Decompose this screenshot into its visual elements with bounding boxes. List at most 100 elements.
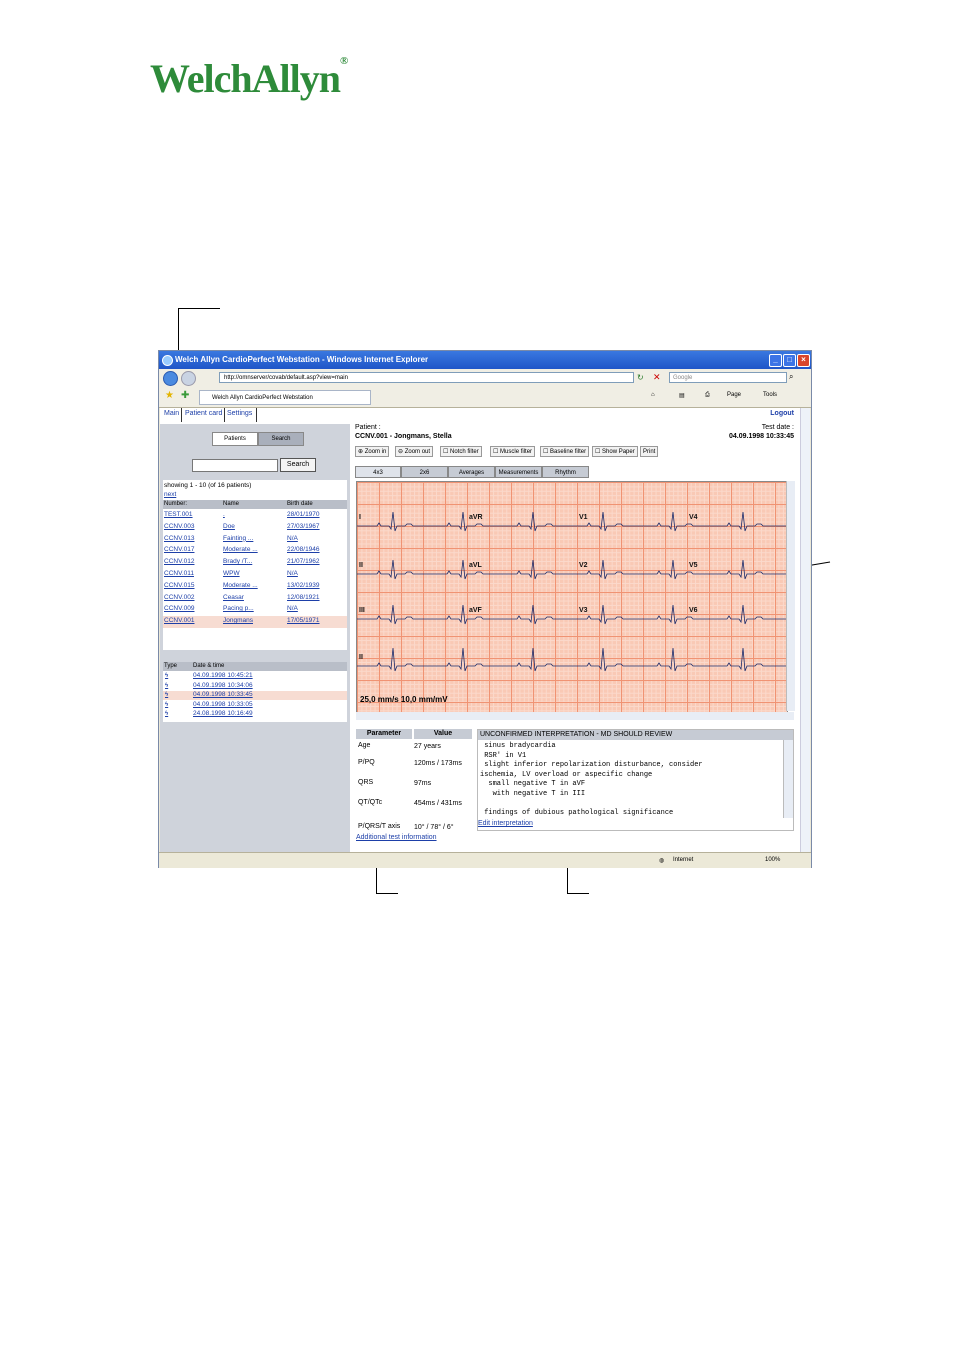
history-datetime[interactable]: 24.08.1998 10:16:49 bbox=[193, 710, 253, 717]
patient-name[interactable]: Ceasar bbox=[223, 594, 244, 601]
patient-row[interactable]: CCNV.012 Brady /T... 21/07/1962 bbox=[163, 557, 347, 569]
patient-birth[interactable]: N/A bbox=[287, 605, 298, 612]
ecg-horizontal-scrollbar[interactable] bbox=[356, 712, 794, 720]
param-name: Age bbox=[358, 742, 371, 749]
interpretation-scrollbar[interactable] bbox=[783, 740, 793, 818]
patient-number[interactable]: CCNV.012 bbox=[164, 558, 194, 565]
tab-patients[interactable]: Patients bbox=[212, 432, 258, 446]
patient-number[interactable]: CCNV.011 bbox=[164, 570, 194, 577]
history-datetime[interactable]: 04.09.1998 10:45:21 bbox=[193, 672, 253, 679]
close-button[interactable]: × bbox=[797, 354, 810, 367]
tools-menu[interactable]: Tools bbox=[763, 392, 777, 398]
refresh-icon[interactable]: ↻ bbox=[637, 373, 644, 382]
patient-row[interactable]: CCNV.017 Moderate ... 22/08/1946 bbox=[163, 545, 347, 557]
zoom-out-button[interactable]: ⊖ Zoom out bbox=[395, 446, 434, 457]
menu-patient-card[interactable]: Patient card bbox=[185, 410, 222, 417]
patient-name[interactable]: WPW bbox=[223, 570, 240, 577]
page-menu[interactable]: Page bbox=[727, 392, 741, 398]
patient-row[interactable]: CCNV.001 Jongmans 17/05/1971 bbox=[163, 616, 347, 628]
tab-4x3[interactable]: 4x3 bbox=[355, 466, 401, 478]
maximize-button[interactable]: □ bbox=[783, 354, 796, 367]
history-datetime[interactable]: 04.09.1998 10:33:05 bbox=[193, 701, 253, 708]
lead-label: V1 bbox=[579, 514, 588, 521]
patient-name[interactable]: Brady /T... bbox=[223, 558, 252, 565]
history-row[interactable]: ϟ 04.09.1998 10:33:45 bbox=[163, 691, 347, 701]
feeds-icon[interactable]: ▤ bbox=[679, 392, 685, 399]
show-paper-checkbox[interactable]: ☐ Show Paper bbox=[592, 446, 638, 457]
patient-birth[interactable]: 27/03/1967 bbox=[287, 523, 320, 530]
patient-row[interactable]: CCNV.003 Doe 27/03/1967 bbox=[163, 522, 347, 534]
patient-number[interactable]: CCNV.015 bbox=[164, 582, 194, 589]
tab-rhythm[interactable]: Rhythm bbox=[542, 466, 589, 478]
history-header: Type Date & time bbox=[163, 662, 347, 671]
patient-row[interactable]: TEST.001. 28/01/1970 bbox=[163, 510, 347, 522]
patient-name[interactable]: Fainting ... bbox=[223, 535, 253, 542]
minimize-button[interactable]: _ bbox=[769, 354, 782, 367]
patient-birth[interactable]: N/A bbox=[287, 535, 298, 542]
zoom-in-button[interactable]: ⊕ Zoom in bbox=[355, 446, 390, 457]
search-button[interactable]: Search bbox=[280, 458, 316, 472]
add-favorite-icon[interactable]: ✚ bbox=[181, 390, 189, 401]
patient-number[interactable]: CCNV.003 bbox=[164, 523, 194, 530]
patient-number[interactable]: TEST.001 bbox=[164, 511, 193, 518]
patient-birth[interactable]: N/A bbox=[287, 570, 298, 577]
home-icon[interactable]: ⌂ bbox=[651, 392, 655, 398]
favorites-star-icon[interactable]: ★ bbox=[165, 390, 174, 401]
browser-tab[interactable]: Welch Allyn CardioPerfect Webstation bbox=[199, 390, 371, 405]
patient-number[interactable]: CCNV.017 bbox=[164, 546, 194, 553]
muscle-filter-checkbox[interactable]: ☐ Muscle filter bbox=[490, 446, 536, 457]
patient-number[interactable]: CCNV.002 bbox=[164, 594, 194, 601]
history-row[interactable]: ϟ 04.09.1998 10:34:06 bbox=[163, 682, 347, 691]
print-icon[interactable]: ⎙ bbox=[705, 392, 710, 399]
patient-row[interactable]: CCNV.015 Moderate ... 13/02/1939 bbox=[163, 581, 347, 593]
patient-search-input[interactable] bbox=[192, 459, 278, 472]
patient-name[interactable]: Moderate ... bbox=[223, 546, 258, 553]
patient-name[interactable]: Jongmans bbox=[223, 617, 253, 624]
patient-birth[interactable]: 12/08/1921 bbox=[287, 594, 320, 601]
history-row[interactable]: ϟ 04.09.1998 10:33:05 bbox=[163, 701, 347, 710]
menu-settings[interactable]: Settings bbox=[227, 410, 252, 417]
next-link[interactable]: next bbox=[164, 491, 176, 498]
additional-test-info-link[interactable]: Additional test information bbox=[356, 834, 437, 841]
history-datetime[interactable]: 04.09.1998 10:34:06 bbox=[193, 682, 253, 689]
patient-birth[interactable]: 21/07/1962 bbox=[287, 558, 320, 565]
patient-number[interactable]: CCNV.009 bbox=[164, 605, 194, 612]
patient-row[interactable]: CCNV.011 WPW N/A bbox=[163, 569, 347, 581]
testdate-label: Test date : bbox=[761, 424, 794, 431]
patient-name[interactable]: Moderate ... bbox=[223, 582, 258, 589]
zoom-level[interactable]: 100% bbox=[765, 857, 780, 863]
patient-row[interactable]: CCNV.002 Ceasar 12/08/1921 bbox=[163, 593, 347, 605]
logout-link[interactable]: Logout bbox=[770, 410, 794, 417]
notch-filter-checkbox[interactable]: ☐ Notch filter bbox=[440, 446, 482, 457]
patient-birth[interactable]: 13/02/1939 bbox=[287, 582, 320, 589]
tab-search[interactable]: Search bbox=[258, 432, 304, 446]
patient-row[interactable]: CCNV.009 Pacing p... N/A bbox=[163, 604, 347, 616]
back-button[interactable] bbox=[163, 371, 178, 386]
baseline-filter-checkbox[interactable]: ☐ Baseline filter bbox=[540, 446, 590, 457]
history-row[interactable]: ϟ 04.09.1998 10:45:21 bbox=[163, 672, 347, 681]
patient-row[interactable]: CCNV.013 Fainting ... N/A bbox=[163, 534, 347, 546]
patient-number[interactable]: CCNV.013 bbox=[164, 535, 194, 542]
tab-averages[interactable]: Averages bbox=[448, 466, 495, 478]
patient-birth[interactable]: 28/01/1970 bbox=[287, 511, 320, 518]
patient-name[interactable]: . bbox=[223, 511, 225, 518]
patient-birth[interactable]: 22/08/1946 bbox=[287, 546, 320, 553]
search-icon[interactable]: ⌕ bbox=[789, 372, 793, 382]
patient-name[interactable]: Pacing p... bbox=[223, 605, 254, 612]
patient-number[interactable]: CCNV.001 bbox=[164, 617, 194, 624]
tab-measurements[interactable]: Measurements bbox=[495, 466, 542, 478]
history-row[interactable]: ϟ 24.08.1998 10:16:49 bbox=[163, 710, 347, 719]
print-button[interactable]: Print bbox=[640, 446, 659, 457]
stop-icon[interactable]: ✕ bbox=[653, 372, 661, 383]
edit-interpretation-link[interactable]: Edit interpretation bbox=[478, 820, 533, 827]
web-search-input[interactable]: Google bbox=[669, 372, 787, 383]
patient-birth[interactable]: 17/05/1971 bbox=[287, 617, 320, 624]
ecg-vertical-scrollbar[interactable] bbox=[786, 481, 795, 711]
history-datetime[interactable]: 04.09.1998 10:33:45 bbox=[193, 691, 253, 698]
forward-button[interactable] bbox=[181, 371, 196, 386]
patient-name[interactable]: Doe bbox=[223, 523, 235, 530]
page-scrollbar[interactable] bbox=[800, 408, 810, 852]
menu-main[interactable]: Main bbox=[164, 410, 179, 417]
url-input[interactable]: http://omnserver/covab/default.asp?view=… bbox=[219, 372, 634, 383]
tab-2x6[interactable]: 2x6 bbox=[401, 466, 448, 478]
